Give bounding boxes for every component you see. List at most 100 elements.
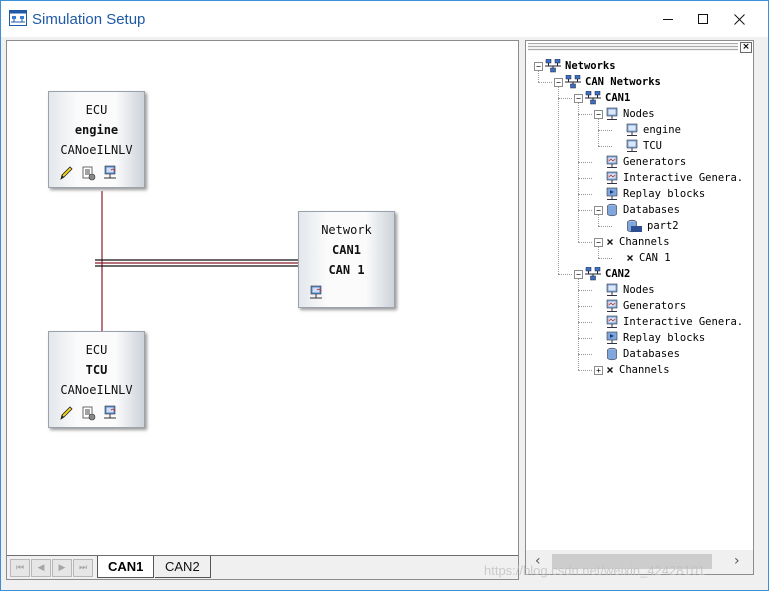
tree-item[interactable]: Replay blocks (605, 186, 705, 202)
simulation-setup-window: Simulation Setup ECU engine CANoeILNLV N… (0, 0, 769, 591)
tree-item[interactable]: Generators (605, 154, 686, 170)
networks-tree-panel: × − Networks − CAN Networks − CAN1− Nodes engin… (525, 40, 754, 575)
network-node-icon[interactable] (102, 405, 118, 421)
collapse-icon[interactable]: − (594, 238, 603, 247)
tree-connector-line (578, 114, 592, 115)
tree-item-label: part2 (647, 220, 679, 232)
collapse-icon[interactable]: − (554, 78, 563, 87)
ecu-tcu-block[interactable]: ECU TCU CANoeILNLV (48, 331, 145, 428)
tree-item[interactable]: Networks (545, 58, 616, 74)
simulation-canvas[interactable]: ECU engine CANoeILNLV Network CAN1 CAN 1… (7, 41, 518, 555)
networks-tree: − Networks − CAN Networks − CAN1− Nodes engine T… (526, 55, 753, 550)
database-icon (605, 203, 619, 217)
collapse-icon[interactable]: − (594, 110, 603, 119)
block-type-label: Network (321, 223, 372, 237)
panel-grip[interactable] (528, 43, 738, 51)
tree-item[interactable]: CAN1 (585, 90, 630, 106)
block-subtitle-label: CANoeILNLV (60, 143, 133, 157)
next-tab-button[interactable]: ▶ (52, 559, 72, 577)
tree-connector-line (538, 71, 539, 82)
tree-item[interactable]: Interactive Genera. (605, 170, 743, 186)
tree-connector-line (578, 162, 592, 163)
tree-item[interactable]: Interactive Genera. (605, 314, 743, 330)
tree-item[interactable]: Generators (605, 298, 686, 314)
tree-item-label: TCU (643, 140, 662, 152)
tree-item[interactable]: Nodes (605, 282, 655, 298)
close-button[interactable] (720, 1, 758, 37)
collapse-icon[interactable]: − (574, 270, 583, 279)
pencil-icon[interactable] (58, 165, 74, 181)
tree-item-label: Networks (565, 60, 616, 72)
last-tab-button[interactable]: ⏭ (73, 559, 93, 577)
configure-icon[interactable] (80, 165, 96, 181)
tree-item-label: Generators (623, 300, 687, 312)
network-node-icon[interactable] (308, 285, 324, 301)
scroll-right-arrow[interactable]: › (734, 553, 740, 569)
tree-item-label: Interactive Genera. (623, 316, 744, 328)
tree-connector-line (578, 103, 579, 242)
tree-item[interactable]: CAN Networks (565, 74, 661, 90)
tree-item[interactable]: engine (625, 122, 681, 138)
tree-item[interactable]: TCU (625, 138, 662, 154)
tree-item-label: CAN2 (605, 268, 631, 280)
ecu-engine-block[interactable]: ECU engine CANoeILNLV (48, 91, 145, 188)
tree-connector-line (578, 338, 592, 339)
tree-item-label: CAN Networks (585, 76, 661, 88)
database-icon (605, 347, 619, 361)
network-can1-block[interactable]: Network CAN1 CAN 1 (298, 211, 395, 308)
tree-item-label: engine (643, 124, 681, 136)
tree-item[interactable]: Databases (605, 346, 680, 362)
tree-connector-line (578, 354, 592, 355)
tree-connector-line (558, 274, 572, 275)
tree-connector-line (598, 119, 599, 146)
block-name-label: engine (74, 123, 119, 137)
generator-icon (605, 171, 619, 185)
network-tab-bar: ⏮ ◀ ▶ ⏭ CAN1 CAN2 (7, 555, 518, 579)
minimize-button[interactable] (649, 1, 687, 37)
block-name-label: CAN1 (332, 243, 361, 257)
block-name-label: TCU (85, 363, 108, 377)
expand-icon[interactable]: + (594, 366, 603, 375)
pencil-icon[interactable] (58, 405, 74, 421)
previous-tab-button[interactable]: ◀ (31, 559, 51, 577)
tree-connector-line (558, 87, 559, 274)
tree-connector-line (558, 98, 572, 99)
tree-item-label: CAN1 (605, 92, 631, 104)
tree-connector-line (578, 178, 592, 179)
tab-can1[interactable]: CAN1 (97, 556, 155, 578)
networks-icon (565, 75, 581, 89)
tree-item[interactable]: Nodes (605, 106, 655, 122)
collapse-icon[interactable]: − (574, 94, 583, 103)
computer-icon (605, 107, 619, 121)
networks-icon (585, 91, 601, 105)
computer-icon (625, 123, 639, 137)
tree-item[interactable]: CAN 1 (625, 250, 671, 266)
collapse-icon[interactable]: − (594, 206, 603, 215)
tree-connector-line (598, 258, 612, 259)
simulation-view-panel: ECU engine CANoeILNLV Network CAN1 CAN 1… (6, 40, 519, 580)
tab-can2[interactable]: CAN2 (155, 556, 211, 578)
window-title: Simulation Setup (32, 11, 146, 28)
tree-item[interactable]: Replay blocks (605, 330, 705, 346)
tree-connector-line (598, 146, 612, 147)
title-bar[interactable]: Simulation Setup (1, 1, 768, 37)
panel-close-button[interactable]: × (740, 42, 752, 53)
networks-icon (545, 59, 561, 73)
channel-icon (605, 235, 615, 249)
simulation-setup-icon (9, 10, 27, 26)
generator-icon (605, 315, 619, 329)
tree-item[interactable]: Databases (605, 202, 680, 218)
generator-icon (605, 155, 619, 169)
collapse-icon[interactable]: − (534, 62, 543, 71)
block-type-label: ECU (85, 343, 108, 357)
tree-item[interactable]: CAN2 (585, 266, 630, 282)
tree-item[interactable]: part2 (625, 218, 679, 234)
network-node-icon[interactable] (102, 165, 118, 181)
configure-icon[interactable] (80, 405, 96, 421)
tree-item[interactable]: Channels (605, 362, 670, 378)
tree-connector-line (578, 370, 592, 371)
first-tab-button[interactable]: ⏮ (10, 559, 30, 577)
tree-item[interactable]: Channels (605, 234, 670, 250)
replay-icon (605, 187, 619, 201)
maximize-button[interactable] (684, 1, 722, 37)
